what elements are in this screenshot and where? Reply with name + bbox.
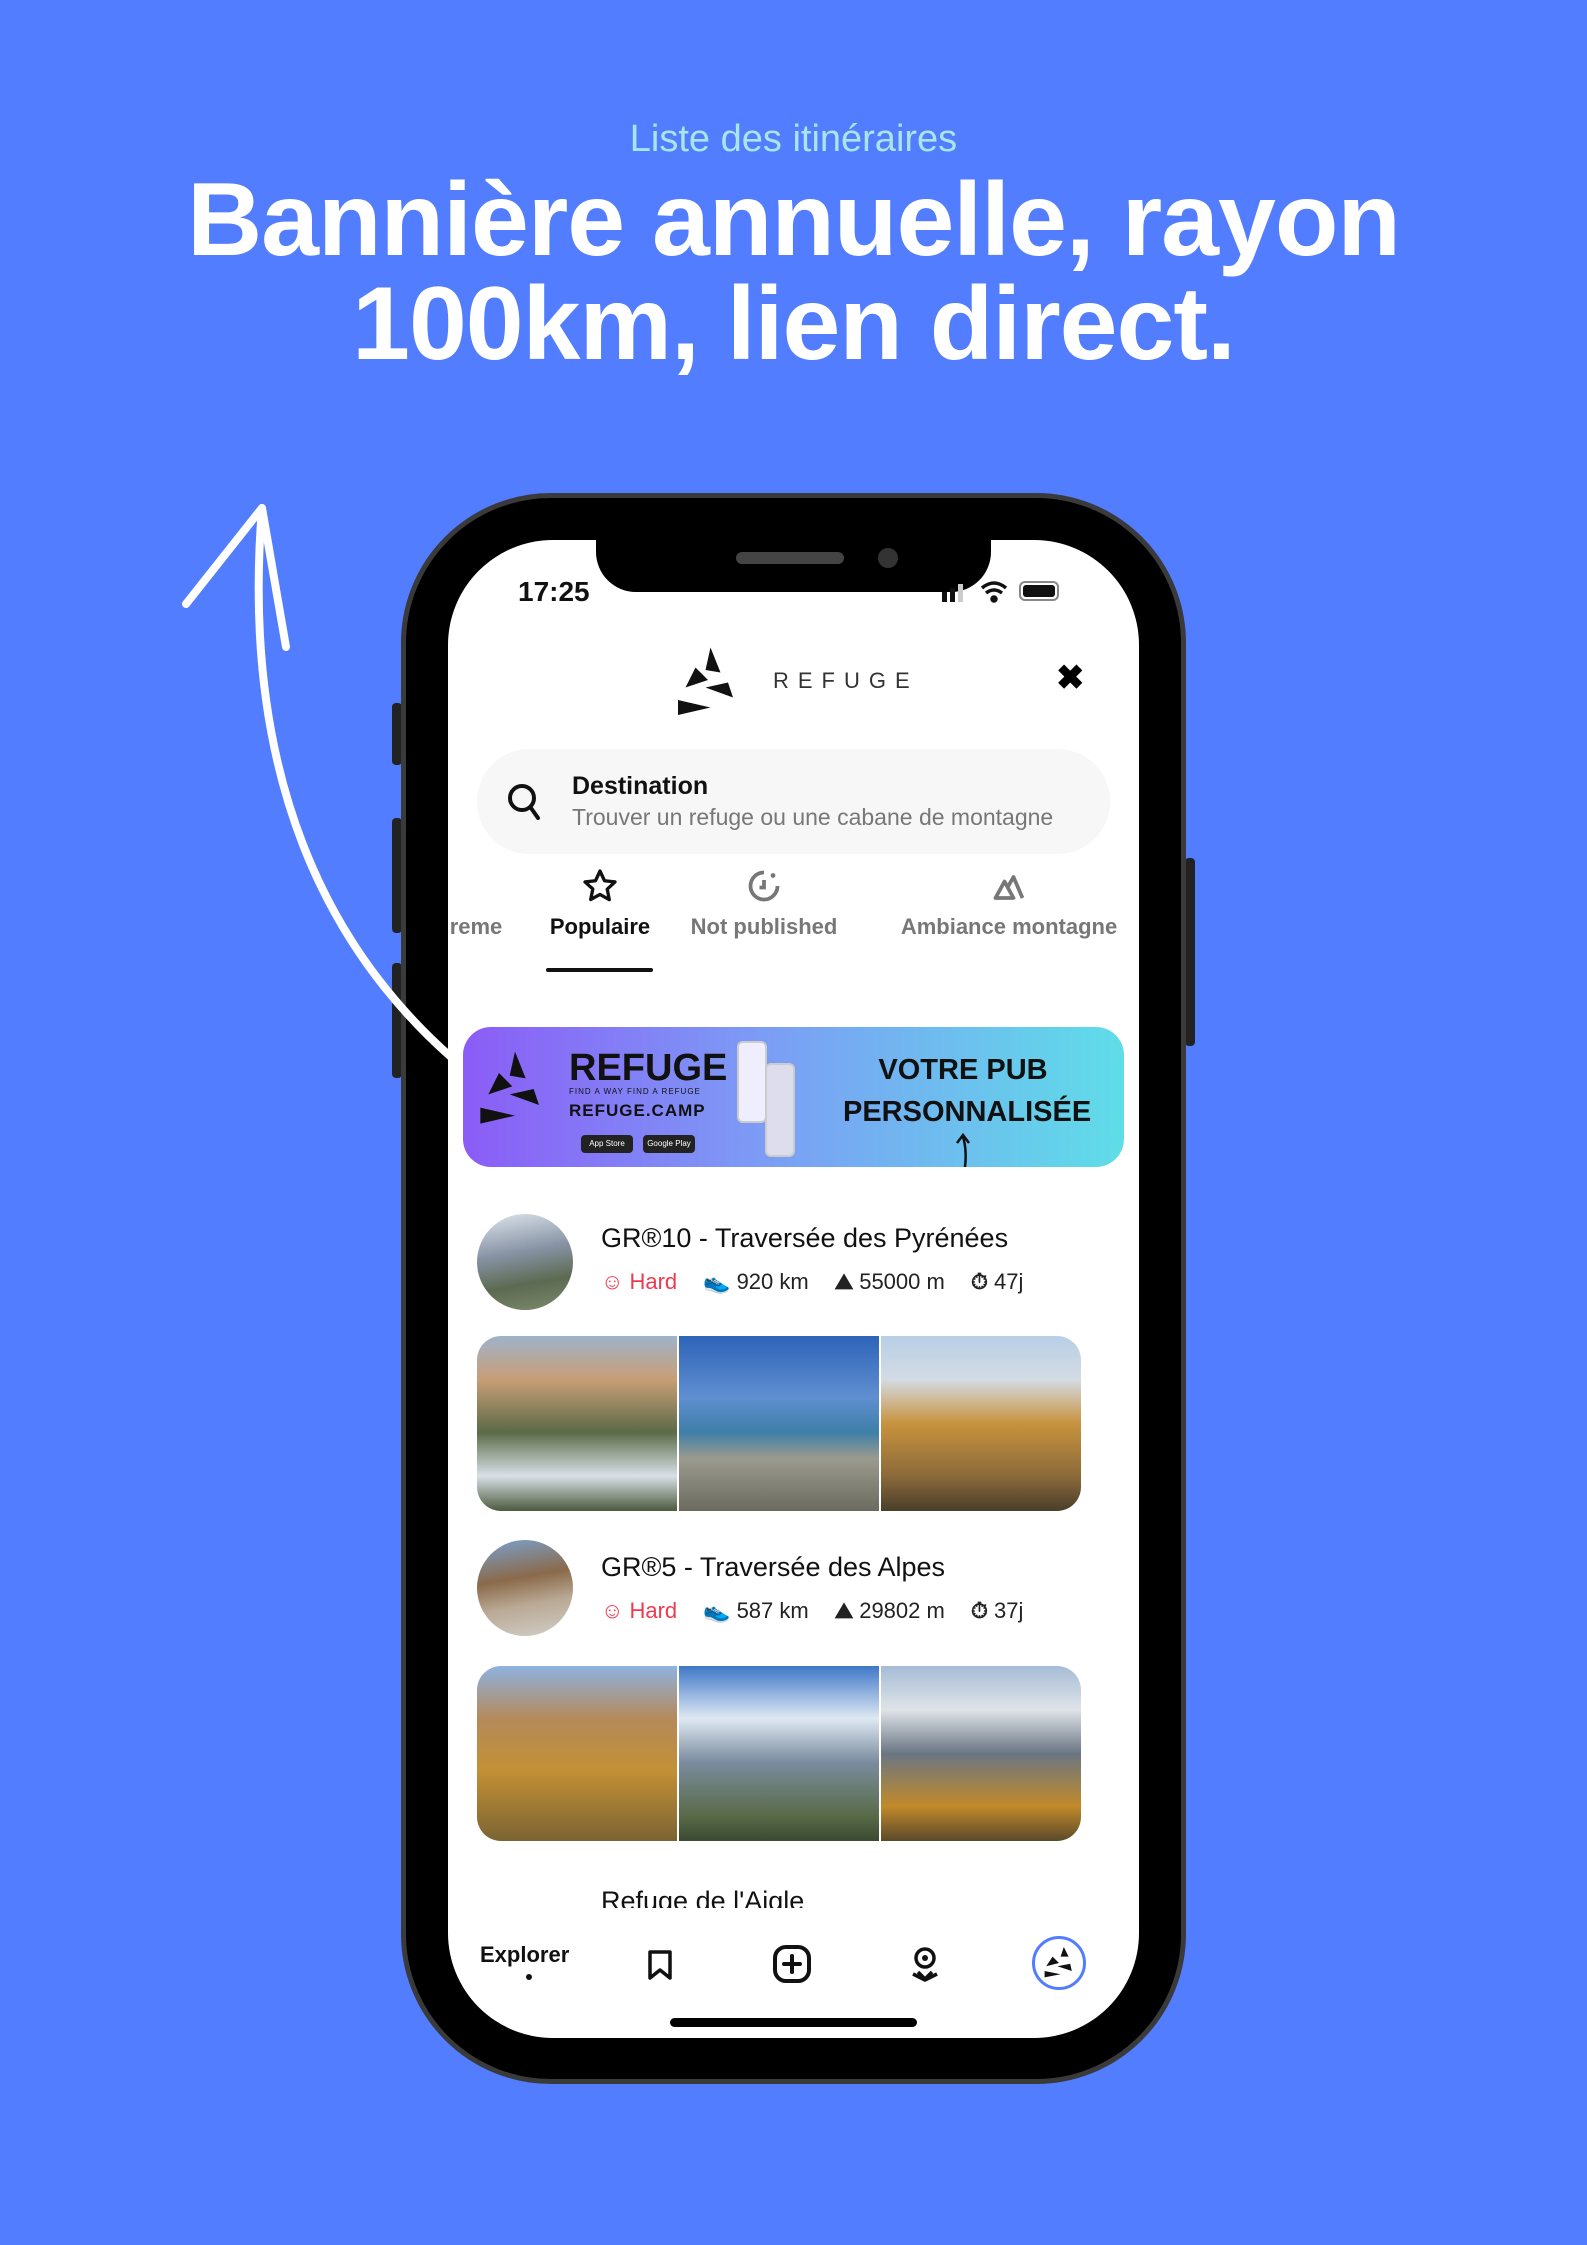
refuge-logo-icon xyxy=(678,647,733,715)
item-title[interactable]: GR®10 - Traversée des Pyrénées xyxy=(601,1223,1008,1254)
difficulty: ☺ Hard xyxy=(601,1269,678,1294)
page-title: Bannière annuelle, rayon 100km, lien dire… xyxy=(0,168,1587,376)
tab-extreme[interactable]: reme xyxy=(448,868,516,940)
gallery-photo[interactable] xyxy=(881,1336,1081,1511)
banner-brand: REFUGE xyxy=(569,1047,728,1089)
app-brand: REFUGE xyxy=(773,668,919,693)
elevation: ⛰ 55000 m xyxy=(834,1269,945,1294)
gallery-photo[interactable] xyxy=(477,1666,677,1841)
banner-site: REFUGE.CAMP xyxy=(569,1101,706,1120)
item-gallery[interactable] xyxy=(477,1336,1081,1511)
home-indicator xyxy=(670,2018,917,2027)
gallery-photo[interactable] xyxy=(679,1666,879,1841)
google-play-badge[interactable]: Google Play xyxy=(643,1135,695,1153)
banner-cta: VOTRE PUB PERSONNALISÉE xyxy=(843,1049,1092,1133)
speaker xyxy=(736,552,844,564)
item-title[interactable]: Refuge de l'Aigle xyxy=(601,1886,804,1908)
battery-icon xyxy=(1019,581,1059,601)
boot-icon: 👟 xyxy=(703,1269,731,1294)
search-label: Destination xyxy=(572,772,709,800)
phone-mockup xyxy=(765,1063,795,1157)
tab-ambiance-montagne[interactable]: Ambiance montagne xyxy=(891,868,1127,940)
duration: ⏱ 47j xyxy=(970,1269,1024,1294)
mountain-icon xyxy=(891,868,1127,908)
active-tab-indicator xyxy=(546,968,653,972)
tab-label: Not published xyxy=(690,914,838,939)
cta-line-2: PERSONNALISÉE xyxy=(843,1096,1092,1128)
wifi-icon xyxy=(980,581,1008,603)
gallery-photo[interactable] xyxy=(477,1336,677,1511)
item-gallery[interactable] xyxy=(477,1666,1081,1841)
close-icon[interactable]: ✖ xyxy=(1056,658,1085,698)
arrow-up-icon xyxy=(956,1132,970,1167)
clock-icon xyxy=(684,868,844,908)
signal-icon xyxy=(942,584,963,602)
search-icon xyxy=(508,784,540,820)
distance: 👟 587 km xyxy=(703,1598,809,1623)
status-time: 17:25 xyxy=(518,576,590,607)
power-button xyxy=(1185,858,1195,1046)
phone-mockup xyxy=(737,1041,767,1123)
add-icon[interactable] xyxy=(772,1944,812,1984)
gallery-photo[interactable] xyxy=(881,1666,1081,1841)
title-line-2: 100km, lien direct. xyxy=(352,266,1236,382)
difficulty-icon: ☺ xyxy=(601,1598,624,1623)
page-subtitle: Liste des itinéraires xyxy=(629,118,958,160)
tab-label: reme xyxy=(449,914,503,939)
title-line-1: Bannière annuelle, rayon xyxy=(187,162,1401,278)
difficulty: ☺ Hard xyxy=(601,1598,678,1623)
star-icon xyxy=(538,868,662,908)
mountain-icon: ⛰ xyxy=(834,1598,854,1623)
gallery-photo[interactable] xyxy=(679,1336,879,1511)
bookmark-icon[interactable] xyxy=(646,1948,674,1982)
boot-icon: 👟 xyxy=(703,1598,731,1623)
cta-line-1: VOTRE PUB xyxy=(878,1054,1048,1086)
notch xyxy=(596,540,991,592)
app-store-badge[interactable]: App Store xyxy=(581,1135,633,1153)
list-item-clipped: Refuge de l'Aigle xyxy=(448,1860,1139,1908)
item-meta: ☺ Hard 👟 587 km ⛰ 29802 m ⏱ 37j xyxy=(601,1598,1023,1624)
phone-screen: 17:25 REFUGE ✖ Destination Trouver un re… xyxy=(448,540,1139,2038)
item-title[interactable]: GR®5 - Traversée des Alpes xyxy=(601,1552,945,1583)
timer-icon: ⏱ xyxy=(970,1269,988,1294)
map-pin-icon[interactable] xyxy=(908,1946,942,1982)
active-dot xyxy=(526,1974,532,1980)
camera xyxy=(878,548,898,568)
status-icons xyxy=(942,581,1059,603)
tab-label: Populaire xyxy=(549,914,651,939)
item-meta: ☺ Hard 👟 920 km ⛰ 55000 m ⏱ 47j xyxy=(601,1269,1023,1295)
refuge-logo-icon xyxy=(480,1051,539,1124)
search-input[interactable] xyxy=(477,749,1110,854)
item-avatar[interactable] xyxy=(477,1214,573,1310)
elevation: ⛰ 29802 m xyxy=(834,1598,945,1623)
nav-explorer[interactable]: Explorer xyxy=(480,1942,569,1968)
difficulty-icon: ☺ xyxy=(601,1269,624,1294)
profile-refuge-icon[interactable] xyxy=(1032,1936,1086,1990)
ad-banner[interactable]: REFUGE FIND A WAY FIND A REFUGE REFUGE.C… xyxy=(463,1027,1124,1167)
tab-populaire[interactable]: Populaire xyxy=(538,868,662,940)
item-avatar[interactable] xyxy=(477,1540,573,1636)
tab-label: Ambiance montagne xyxy=(900,914,1118,939)
mountain-icon: ⛰ xyxy=(834,1269,854,1294)
timer-icon: ⏱ xyxy=(970,1598,988,1623)
banner-tagline: FIND A WAY FIND A REFUGE xyxy=(569,1087,701,1096)
distance: 👟 920 km xyxy=(703,1269,809,1294)
search-placeholder: Trouver un refuge ou une cabane de monta… xyxy=(572,804,1054,830)
tab-not-published[interactable]: Not published xyxy=(684,868,844,940)
duration: ⏱ 37j xyxy=(970,1598,1024,1623)
